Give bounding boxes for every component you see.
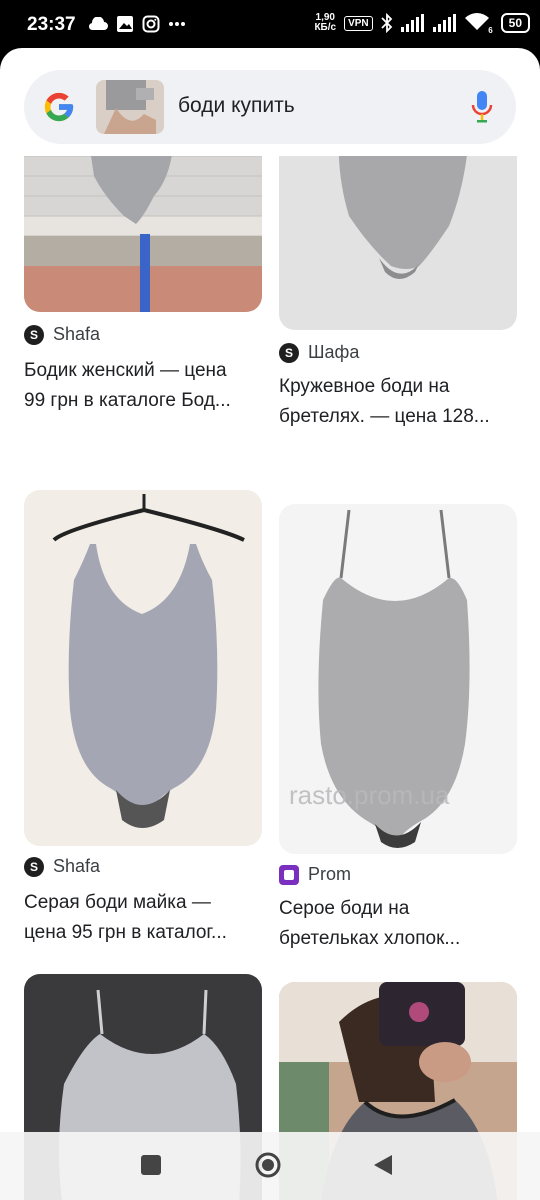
result-title-line1[interactable]: Серое боди на [279, 894, 517, 924]
source-name[interactable]: Prom [308, 864, 351, 885]
google-logo-icon[interactable] [42, 90, 76, 124]
bodysuit-photo-thumbnail [96, 80, 164, 134]
prom-favicon-icon [279, 864, 299, 885]
result-title-line1[interactable]: Кружевное боди на [279, 372, 517, 402]
result-source[interactable]: S Шафа [279, 342, 359, 363]
bodysuit-photo: rasto.prom.ua [279, 504, 517, 854]
result-title[interactable]: Бодик женский — цена 99 грн в каталоге Б… [24, 356, 262, 416]
result-title-line1[interactable]: Бодик женский — цена [24, 356, 262, 386]
network-speed: 1,90 КБ/с [314, 13, 336, 33]
shafa-favicon-icon: S [279, 342, 299, 363]
recent-apps-icon[interactable] [140, 1154, 162, 1176]
result-title-line2[interactable]: бретелях. — цена 128... [279, 402, 517, 432]
search-image-thumbnail[interactable] [96, 80, 164, 134]
search-bar[interactable]: боди купить [24, 70, 516, 144]
result-image[interactable] [279, 156, 517, 330]
result-title-line2[interactable]: цена 95 грн в каталог... [24, 918, 262, 948]
status-system-icons: 1,90 КБ/с VPN 6 50 [314, 13, 530, 35]
android-nav-bar [0, 1132, 540, 1200]
signal-icon [400, 14, 424, 32]
source-name[interactable]: Shafa [53, 856, 100, 877]
search-query[interactable]: боди купить [178, 94, 295, 118]
home-icon[interactable] [254, 1151, 282, 1179]
result-title[interactable]: Серая боди майка — цена 95 грн в каталог… [24, 888, 262, 948]
cloud-icon [89, 17, 108, 31]
result-title[interactable]: Кружевное боди на бретелях. — цена 128..… [279, 372, 517, 432]
result-image[interactable] [24, 490, 262, 846]
google-app: боди купить S Shafa Бодик женский — цена… [0, 48, 540, 1200]
result-image[interactable]: rasto.prom.ua [279, 504, 517, 854]
back-icon[interactable] [372, 1153, 394, 1177]
wifi-icon [464, 13, 489, 30]
status-time: 23:37 [27, 14, 76, 35]
network-speed-unit: КБ/с [314, 22, 337, 33]
bluetooth-icon [381, 13, 392, 33]
shafa-favicon-icon: S [24, 856, 44, 877]
bodysuit-photo [279, 156, 517, 330]
result-title[interactable]: Серое боди на бретельках хлопок... [279, 894, 517, 954]
result-source[interactable]: Prom [279, 864, 351, 885]
vpn-badge: VPN [344, 15, 373, 31]
status-notification-icons [88, 15, 186, 33]
source-name[interactable]: Шафа [308, 342, 359, 363]
source-name[interactable]: Shafa [53, 324, 100, 345]
microphone-icon[interactable] [470, 90, 494, 124]
bodysuit-photo [24, 156, 262, 312]
result-image[interactable] [24, 156, 262, 312]
image-results-grid: S Shafa Бодик женский — цена 99 грн в ка… [0, 156, 540, 1200]
result-source[interactable]: S Shafa [24, 324, 100, 345]
result-source[interactable]: S Shafa [24, 856, 100, 877]
battery-indicator: 50 [500, 13, 530, 33]
image-icon [117, 16, 133, 32]
result-title-line2[interactable]: бретельках хлопок... [279, 924, 517, 954]
shafa-favicon-icon: S [24, 324, 44, 345]
bodysuit-photo [24, 490, 262, 846]
wifi-indicator: 6 [464, 13, 493, 35]
more-notifications-icon [169, 22, 185, 26]
signal-icon-2 [432, 14, 456, 32]
status-bar: 23:37 1,90 КБ/с VPN 6 50 [0, 0, 540, 52]
wifi-network-type: 6 [488, 26, 493, 35]
result-title-line2[interactable]: 99 грн в каталоге Бод... [24, 386, 262, 416]
result-title-line1[interactable]: Серая боди майка — [24, 888, 262, 918]
instagram-icon [142, 15, 160, 33]
watermark-text: rasto.prom.ua [289, 780, 450, 810]
